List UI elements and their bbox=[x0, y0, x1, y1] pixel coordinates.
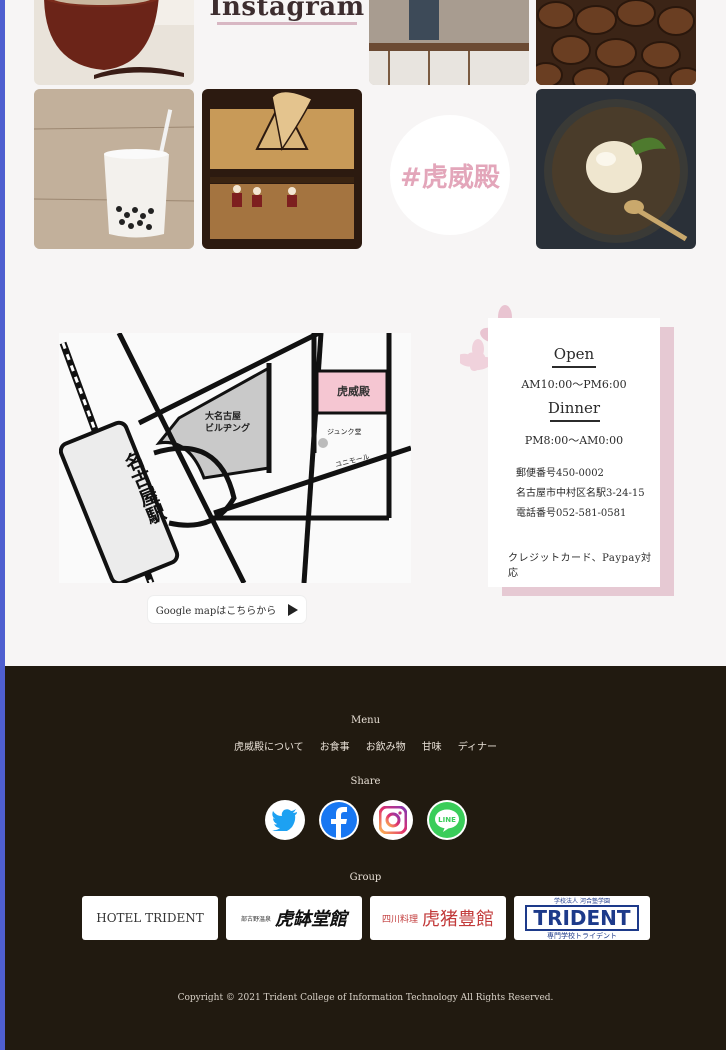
instagram-photo-coffee-beans[interactable] bbox=[536, 0, 696, 85]
twitter-icon bbox=[271, 809, 297, 831]
phone-number: 電話番号052-581-0581 bbox=[516, 508, 627, 519]
instagram-photo-bubble-tea[interactable] bbox=[34, 89, 194, 249]
instagram-icon bbox=[378, 806, 407, 834]
instagram-title-underline bbox=[217, 22, 357, 25]
instagram-title: Instagram bbox=[209, 0, 365, 22]
group-trident-bottom: 専門学校トライデント bbox=[547, 931, 617, 940]
hashtag-badge[interactable]: #虎威殿 bbox=[390, 115, 510, 235]
line-icon: LINE bbox=[428, 802, 465, 838]
twitter-button[interactable] bbox=[264, 800, 305, 840]
hashtag-text: #虎威殿 bbox=[400, 162, 500, 193]
open-title: Open bbox=[553, 345, 595, 363]
access-map: 大名古屋 ビルヂング 虎威殿 ジュンク堂 ユニモール 名古屋駅 bbox=[59, 333, 411, 583]
group-trident-top: 学校法人 河合塾学園 bbox=[554, 897, 610, 905]
svg-text:LINE: LINE bbox=[438, 816, 456, 824]
menu-item-food[interactable]: お食事 bbox=[318, 738, 352, 753]
facebook-icon bbox=[320, 802, 357, 838]
menu-item-sweets[interactable]: 甘味 bbox=[420, 738, 444, 753]
group-links: HOTEL TRIDENT 部古野温泉 虎缽堂館 四川料理 虎猪豊館 学校法人 … bbox=[82, 896, 650, 940]
postal-code: 郵便番号450-0002 bbox=[516, 468, 604, 479]
map-shop-label: 虎威殿 bbox=[337, 385, 370, 398]
dinner-underline bbox=[550, 420, 600, 422]
group-trident-college[interactable]: 学校法人 河合塾学園 TRIDENT 専門学校トライデント bbox=[514, 896, 650, 940]
payment-note: クレジットカード、Paypay対応 bbox=[508, 553, 652, 579]
group-hotel-trident[interactable]: HOTEL TRIDENT bbox=[82, 896, 218, 940]
group-toranabe-prefix: 部古野温泉 bbox=[240, 915, 271, 923]
group-toranabe-label: 虎缽堂館 bbox=[275, 909, 347, 930]
share-label: Share bbox=[350, 776, 381, 787]
instagram-photo-dumpling-soup[interactable] bbox=[536, 89, 696, 249]
group-torainoshishi[interactable]: 四川料理 虎猪豊館 bbox=[370, 896, 506, 940]
group-torainoshishi-label: 虎猪豊館 bbox=[422, 909, 494, 930]
footer-menu: 虎威殿について お食事 お飲み物 甘味 ディナー bbox=[5, 738, 726, 753]
google-map-label: Google mapはこちらから bbox=[155, 606, 277, 617]
menu-item-drinks[interactable]: お飲み物 bbox=[364, 738, 408, 753]
line-button[interactable]: LINE bbox=[426, 800, 467, 840]
open-underline bbox=[552, 366, 596, 368]
menu-item-dinner[interactable]: ディナー bbox=[456, 738, 499, 753]
instagram-photo-interior[interactable] bbox=[369, 0, 529, 85]
map-building-label: 大名古屋 ビルヂング bbox=[205, 412, 251, 434]
address: 名古屋市中村区名駅3-24-15 bbox=[516, 488, 645, 499]
group-trident-label: TRIDENT bbox=[525, 904, 639, 931]
menu-item-about[interactable]: 虎威殿について bbox=[232, 738, 306, 753]
facebook-button[interactable] bbox=[318, 800, 359, 840]
menu-label: Menu bbox=[350, 715, 381, 726]
page: Instagram #虎威殿 大名古屋 ビルヂング 虎威殿 ジュンク堂 ユニモー… bbox=[5, 0, 726, 1050]
play-icon bbox=[288, 603, 299, 616]
copyright: Copyright © 2021 Trident College of Info… bbox=[177, 993, 554, 1003]
instagram-button[interactable] bbox=[372, 800, 413, 840]
group-torainoshishi-prefix: 四川料理 bbox=[381, 914, 418, 925]
map-junkudo-label: ジュンク堂 bbox=[327, 428, 362, 436]
instagram-photo-hina-dolls[interactable] bbox=[202, 89, 362, 249]
info-card: Open AM10:00～PM6:00 Dinner PM8:00～AM0:00… bbox=[488, 318, 660, 587]
dinner-hours: PM8:00～AM0:00 bbox=[524, 434, 624, 447]
google-map-button[interactable]: Google mapはこちらから bbox=[148, 596, 306, 623]
footer: Menu 虎威殿について お食事 お飲み物 甘味 ディナー Share LINE… bbox=[5, 666, 726, 1050]
group-hotel-trident-label: HOTEL TRIDENT bbox=[96, 911, 204, 925]
instagram-photo-coffee-cup[interactable] bbox=[34, 0, 194, 85]
share-buttons: LINE bbox=[5, 800, 726, 840]
dinner-title: Dinner bbox=[547, 399, 601, 417]
group-toranabe[interactable]: 部古野温泉 虎缽堂館 bbox=[226, 896, 362, 940]
open-hours: AM10:00～PM6:00 bbox=[521, 378, 627, 391]
group-label: Group bbox=[349, 872, 382, 883]
